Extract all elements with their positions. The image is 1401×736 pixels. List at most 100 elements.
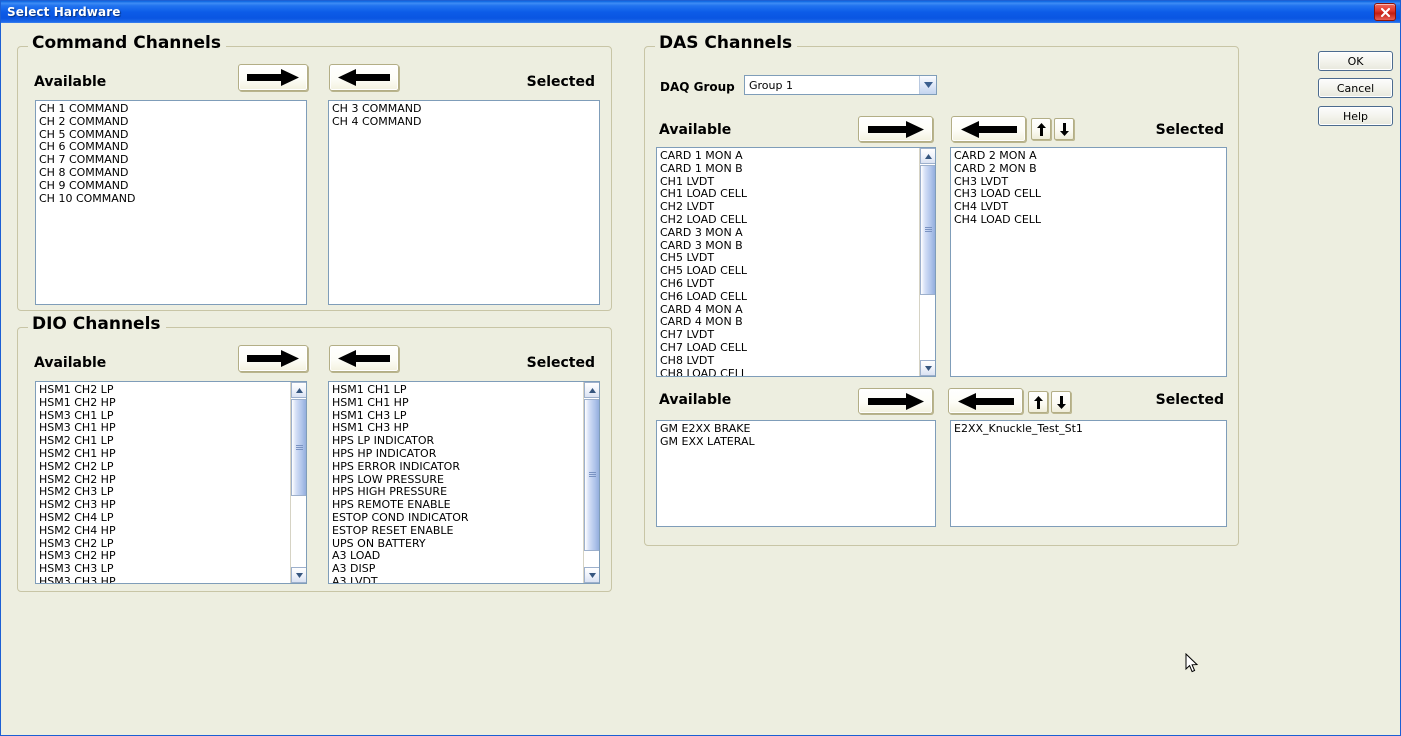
window-titlebar: Select Hardware [1,1,1400,23]
das-channels-group: DAS Channels DAQ Group Group 1 Available… [644,33,1239,546]
das-lower-add-button[interactable] [858,388,933,414]
das-lower-remove-button[interactable] [948,388,1023,414]
list-item[interactable]: A3 LVDT [332,575,582,583]
scroll-grip-icon [589,472,596,478]
das-upper-available-scrollbar[interactable] [919,148,935,376]
scroll-thumb[interactable] [584,399,599,551]
das-lower-move-up-button[interactable] [1028,391,1048,413]
command-selected-label: Selected [526,74,595,90]
list-item[interactable]: CH6 LVDT [660,277,918,291]
scroll-up-icon[interactable] [584,382,599,398]
command-add-button[interactable] [238,64,308,91]
command-selected-list[interactable]: CH 3 COMMAND CH 4 COMMAND [328,100,600,305]
list-item[interactable]: CH 10 COMMAND [39,192,136,206]
list-item[interactable]: HSM1 CH2 HP [39,396,289,410]
list-item[interactable]: CARD 2 MON A [954,149,1041,163]
list-item[interactable]: E2XX_Knuckle_Test_St1 [954,422,1083,436]
scroll-up-icon[interactable] [920,148,935,164]
das-lower-selected-label: Selected [1155,392,1224,408]
dio-remove-button[interactable] [329,345,399,372]
dio-available-list[interactable]: HSM1 CH2 LP HSM1 CH2 HP HSM3 CH1 LP HSM3 CH… [35,381,307,584]
window-title: Select Hardware [7,5,121,19]
das-upper-move-up-button[interactable] [1031,118,1051,140]
list-item[interactable]: HPS HP INDICATOR [332,447,582,461]
list-item[interactable]: CH 2 COMMAND [39,115,136,129]
dio-selected-items: HSM1 CH1 LP HSM1 CH1 HP HSM1 CH3 LP HSM1 CH… [329,382,582,583]
cancel-button[interactable]: Cancel [1318,78,1393,98]
list-item[interactable]: HSM2 CH4 LP [39,511,289,525]
command-available-label: Available [34,74,107,90]
list-item[interactable]: CH7 LOAD CELL [660,341,918,355]
das-upper-move-down-button[interactable] [1054,118,1074,140]
dio-selected-scrollbar[interactable] [583,382,599,583]
das-upper-available-list[interactable]: CARD 1 MON A CARD 1 MON B CH1 LVDT CH1 LOAD… [656,147,936,377]
das-upper-available-items: CARD 1 MON A CARD 1 MON B CH1 LVDT CH1 LOAD… [657,148,918,376]
daq-group-value: Group 1 [749,78,793,92]
list-item[interactable]: HSM1 CH2 LP [39,383,289,397]
dio-channels-group: DIO Channels Available Selected HSM1 CH2… [17,314,612,592]
list-item[interactable]: HSM1 CH1 LP [332,383,582,397]
list-item[interactable]: GM EXX LATERAL [660,435,755,449]
scroll-grip-icon [296,444,303,451]
das-lower-available-list[interactable]: GM E2XX BRAKE GM EXX LATERAL [656,420,936,527]
dio-add-button[interactable] [238,345,308,372]
command-remove-button[interactable] [329,64,399,91]
dio-available-items: HSM1 CH2 LP HSM1 CH2 HP HSM3 CH1 LP HSM3 CH… [36,382,289,583]
list-item[interactable]: CH 3 COMMAND [332,102,422,116]
list-item[interactable]: CH4 LOAD CELL [954,213,1041,227]
das-lower-selected-list[interactable]: E2XX_Knuckle_Test_St1 [950,420,1227,527]
list-item[interactable]: CARD 1 MON B [660,162,918,176]
list-item[interactable]: HSM2 CH2 LP [39,460,289,474]
das-upper-selected-list[interactable]: CARD 2 MON A CARD 2 MON B CH3 LVDT CH3 LOAD… [950,147,1227,377]
command-channels-group: Command Channels Available Selected CH 1… [17,33,612,311]
scroll-up-icon[interactable] [291,382,306,398]
scroll-grip-icon [925,227,932,233]
mouse-pointer-icon [1185,652,1199,678]
list-item[interactable]: CARD 2 MON B [954,162,1041,176]
list-item[interactable]: HSM1 CH1 HP [332,396,582,410]
command-available-list[interactable]: CH 1 COMMAND CH 2 COMMAND CH 5 COMMAND CH 6… [35,100,307,305]
list-item[interactable]: CH2 LOAD CELL [660,213,918,227]
scroll-thumb[interactable] [291,399,306,496]
daq-group-label: DAQ Group [660,80,735,94]
list-item[interactable]: HSM2 CH1 HP [39,447,289,461]
list-item[interactable]: CH 9 COMMAND [39,179,136,193]
list-item[interactable]: HSM3 CH3 HP [39,575,289,583]
das-lower-available-label: Available [659,392,732,408]
das-upper-selected-label: Selected [1155,122,1224,138]
das-upper-add-button[interactable] [858,116,933,142]
list-item[interactable]: HSM2 CH4 HP [39,524,289,538]
dio-channels-title: DIO Channels [28,314,166,334]
close-icon[interactable] [1374,3,1396,21]
scroll-down-icon[interactable] [920,360,935,376]
list-item[interactable]: ESTOP COND INDICATOR [332,511,582,525]
list-item[interactable]: CH6 LOAD CELL [660,290,918,304]
dio-selected-list[interactable]: HSM1 CH1 LP HSM1 CH1 HP HSM1 CH3 LP HSM1 CH… [328,381,600,584]
ok-button[interactable]: OK [1318,51,1393,71]
das-upper-remove-button[interactable] [951,116,1026,142]
help-button[interactable]: Help [1318,106,1393,126]
list-item[interactable]: CH 4 COMMAND [332,115,422,129]
dio-selected-label: Selected [526,355,595,371]
das-lower-selected-items: E2XX_Knuckle_Test_St1 [951,421,1083,436]
das-lower-available-items: GM E2XX BRAKE GM EXX LATERAL [657,421,755,449]
list-item[interactable]: CH8 LOAD CELL [660,367,918,376]
chevron-down-icon[interactable] [919,76,936,94]
list-item[interactable]: HPS ERROR INDICATOR [332,460,582,474]
list-item[interactable]: CH8 LVDT [660,354,918,368]
list-item[interactable]: GM E2XX BRAKE [660,422,755,436]
command-channels-title: Command Channels [28,33,226,53]
command-selected-items: CH 3 COMMAND CH 4 COMMAND [329,101,422,129]
scroll-thumb[interactable] [920,165,935,295]
list-item[interactable]: CARD 1 MON A [660,149,918,163]
list-item[interactable]: ESTOP RESET ENABLE [332,524,582,538]
list-item[interactable]: CH 8 COMMAND [39,166,136,180]
list-item[interactable]: CARD 3 MON A [660,226,918,240]
das-lower-move-down-button[interactable] [1051,391,1071,413]
daq-group-select[interactable]: Group 1 [744,75,937,95]
scroll-down-icon[interactable] [584,567,599,583]
dio-available-scrollbar[interactable] [290,382,306,583]
list-item[interactable]: CH 1 COMMAND [39,102,136,116]
das-upper-available-label: Available [659,122,732,138]
scroll-down-icon[interactable] [291,567,306,583]
